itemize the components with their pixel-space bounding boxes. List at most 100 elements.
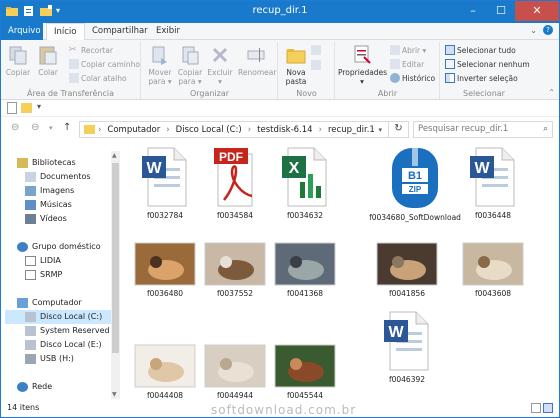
breadcrumb-computer[interactable]: Computador xyxy=(107,125,160,135)
libraries-icon xyxy=(17,158,28,168)
copy-path-button[interactable]: Copiar caminho xyxy=(69,59,140,69)
nav-scrollbar[interactable]: ▲ ▼ xyxy=(111,151,120,399)
back-icon[interactable]: ⊖ xyxy=(11,122,19,133)
file-item[interactable]: PDF f0034584 xyxy=(201,146,269,220)
scissors-icon: ✂ xyxy=(69,45,77,55)
up-icon[interactable]: ↑ xyxy=(63,122,71,133)
file-name: f0041856 xyxy=(388,289,426,298)
file-item[interactable]: f0036480 xyxy=(131,242,199,298)
videos-icon xyxy=(25,214,36,224)
copy-to-button[interactable]: Copiar para ▾ xyxy=(176,44,204,86)
svg-text:X: X xyxy=(289,160,300,177)
photo-thumbnail xyxy=(134,242,196,286)
file-item[interactable]: f0043608 xyxy=(459,242,527,298)
select-none-button[interactable]: Selecionar nenhum xyxy=(445,59,530,69)
photo-thumbnail xyxy=(376,242,438,286)
watermark: softdownload.com.br xyxy=(211,403,357,417)
network-icon xyxy=(17,382,28,392)
invert-selection-button[interactable]: Inverter seleção xyxy=(445,73,518,83)
file-item[interactable]: Wf0036448 xyxy=(459,146,527,220)
drive-icon xyxy=(25,340,36,350)
chevron-down-icon[interactable]: ▾ xyxy=(378,126,382,134)
help-icon[interactable]: ? xyxy=(543,25,553,35)
breadcrumb-recup[interactable]: recup_dir.1 xyxy=(328,125,375,135)
file-item[interactable]: f0041368 xyxy=(271,242,339,298)
edit-button[interactable]: Editar xyxy=(390,59,424,69)
tab-file[interactable]: Arquivo xyxy=(1,23,43,40)
svg-text:B1: B1 xyxy=(408,170,422,182)
folder-icon[interactable] xyxy=(21,103,32,113)
view-switcher xyxy=(531,403,553,413)
documents-icon xyxy=(25,172,36,182)
drive-icon xyxy=(25,312,36,322)
chevron-down-icon[interactable]: ⌄ xyxy=(530,26,537,35)
file-item[interactable]: Wf0032784 xyxy=(131,146,199,220)
close-button[interactable]: ✕ xyxy=(515,1,559,21)
scroll-up-icon[interactable]: ▲ xyxy=(112,152,117,159)
open-button[interactable]: Abrir ▾ xyxy=(390,45,426,55)
file-name: f0044408 xyxy=(146,391,184,400)
details-view-icon[interactable] xyxy=(531,403,541,413)
new-item-icon[interactable] xyxy=(311,45,323,55)
file-item[interactable]: f0045544 xyxy=(271,344,339,400)
large-icons-view-icon[interactable] xyxy=(543,403,553,413)
navigation-pane: Bibliotecas Documentos Imagens Músicas V… xyxy=(1,142,121,400)
maximize-button[interactable]: ☐ xyxy=(487,1,515,21)
edit-icon xyxy=(390,59,400,69)
forward-icon[interactable]: ⊖ xyxy=(31,122,39,133)
file-item[interactable]: f0044944 xyxy=(201,344,269,400)
explorer-window: ▾ recup_dir.1 – ☐ ✕ Arquivo Início Compa… xyxy=(0,0,560,418)
move-to-button[interactable]: Mover para ▾ xyxy=(146,44,174,86)
drive-icon xyxy=(25,326,36,336)
file-item[interactable]: f0044408 xyxy=(131,344,199,400)
paste-shortcut-button[interactable]: Colar atalho xyxy=(69,73,127,83)
chevron-down-icon[interactable]: ▾ xyxy=(37,102,41,111)
nav-disk-c[interactable]: Disco Local (C:) xyxy=(5,310,111,324)
refresh-icon[interactable]: ↻ xyxy=(388,121,408,138)
word-document-icon: W xyxy=(384,311,429,371)
group-clipboard: Copiar Colar ✂ Recortar Copiar caminho Co… xyxy=(1,42,141,99)
new-folder-icon xyxy=(286,49,306,64)
scroll-down-icon[interactable]: ▼ xyxy=(112,391,117,398)
properties-button[interactable]: Propriedades ▾ xyxy=(338,44,387,86)
file-name: f0034632 xyxy=(286,211,324,220)
breadcrumb-testdisk[interactable]: testdisk-6.14 xyxy=(257,125,312,135)
cut-button[interactable]: ✂ Recortar xyxy=(69,45,113,55)
word-document-icon: W xyxy=(470,147,515,207)
window-controls: – ☐ ✕ xyxy=(459,1,559,21)
select-all-button[interactable]: Selecionar tudo xyxy=(445,45,516,55)
svg-text:W: W xyxy=(146,160,162,177)
tab-home[interactable]: Início xyxy=(46,23,85,41)
copy-button[interactable]: Copiar xyxy=(5,44,31,77)
file-item[interactable]: Xf0034632 xyxy=(271,146,339,220)
excel-document-icon: X xyxy=(282,147,327,207)
minimize-button[interactable]: – xyxy=(459,1,487,21)
shortcut-icon xyxy=(69,73,79,83)
delete-button[interactable]: Excluir ▾ xyxy=(206,44,234,86)
address-bar[interactable]: › Computador › Disco Local (C:) › testdi… xyxy=(79,121,409,138)
copy-to-icon xyxy=(182,46,199,65)
delete-icon xyxy=(212,47,228,63)
invert-selection-icon xyxy=(445,73,455,83)
file-item[interactable]: Wf0046392 xyxy=(373,310,441,384)
history-button[interactable]: Histórico xyxy=(390,73,435,83)
nav-system-reserved[interactable]: System Reserved (D xyxy=(25,324,111,338)
history-dropdown-icon[interactable]: ▾ xyxy=(49,124,53,132)
breadcrumb-disk[interactable]: Disco Local (C:) xyxy=(176,125,242,135)
file-item[interactable]: f0041856 xyxy=(373,242,441,298)
new-folder-button[interactable]: Nova pasta xyxy=(283,44,309,86)
rename-button[interactable]: Renomear xyxy=(238,44,276,77)
file-item[interactable]: f0037552 xyxy=(201,242,269,298)
search-input[interactable]: Pesquisar recup_dir.1 ⌕ xyxy=(413,121,553,138)
file-item[interactable]: B1 ZIP f0034680_SoftDownload xyxy=(369,146,461,222)
document-icon[interactable] xyxy=(7,102,17,114)
group-organize: Mover para ▾ Copiar para ▾ Excluir ▾ Ren… xyxy=(142,42,278,99)
collapse-ribbon-icon[interactable]: ⌃ xyxy=(548,88,555,97)
paste-button[interactable]: Colar xyxy=(35,44,61,77)
easy-access-icon[interactable] xyxy=(311,60,323,70)
scrollbar-thumb[interactable] xyxy=(112,163,119,353)
tab-view[interactable]: Exibir xyxy=(149,23,187,40)
rename-icon xyxy=(247,48,265,62)
tab-share[interactable]: Compartilhar xyxy=(85,23,155,40)
search-icon[interactable]: ⌕ xyxy=(543,122,548,137)
